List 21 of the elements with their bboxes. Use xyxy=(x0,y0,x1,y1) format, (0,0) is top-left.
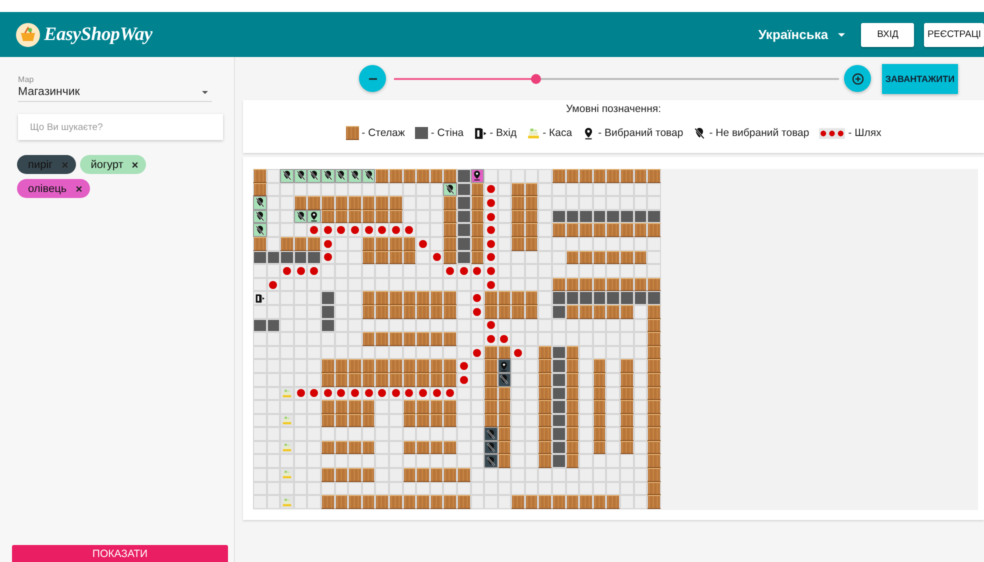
legend-label: - Не вибраний товар xyxy=(709,127,810,139)
login-button[interactable]: ВХІД xyxy=(861,22,914,46)
search-field[interactable]: Що Ви шукаєте? xyxy=(18,114,223,140)
product-chip[interactable]: олівець xyxy=(17,179,90,198)
chip-label: олівець xyxy=(28,182,67,194)
legend-label: - Шлях xyxy=(848,127,882,139)
map-select[interactable]: Мар Магазинчик xyxy=(18,67,212,102)
legend-label: - Вхід xyxy=(490,127,517,139)
legend-label: - Каса xyxy=(542,127,572,139)
legend-label: - Вибраний товар xyxy=(598,127,684,139)
chip-label: йогурт xyxy=(90,158,124,170)
logo-text[interactable]: EasyShopWay xyxy=(44,24,152,46)
product-chip[interactable]: йогурт xyxy=(80,155,146,174)
register-button[interactable]: РЕЄСТРАЦІ xyxy=(924,22,984,46)
show-button[interactable]: ПОКАЗАТИ xyxy=(12,545,228,562)
legend-label: - Стіна xyxy=(430,127,464,139)
legend-title: Умовні позначення: xyxy=(566,103,662,115)
load-button[interactable]: ЗАВАНТАЖИТИ xyxy=(882,64,958,94)
legend-label: - Стелаж xyxy=(362,127,405,139)
chip-label: пиріг xyxy=(28,158,53,170)
language-selector[interactable]: Українська xyxy=(758,27,828,42)
